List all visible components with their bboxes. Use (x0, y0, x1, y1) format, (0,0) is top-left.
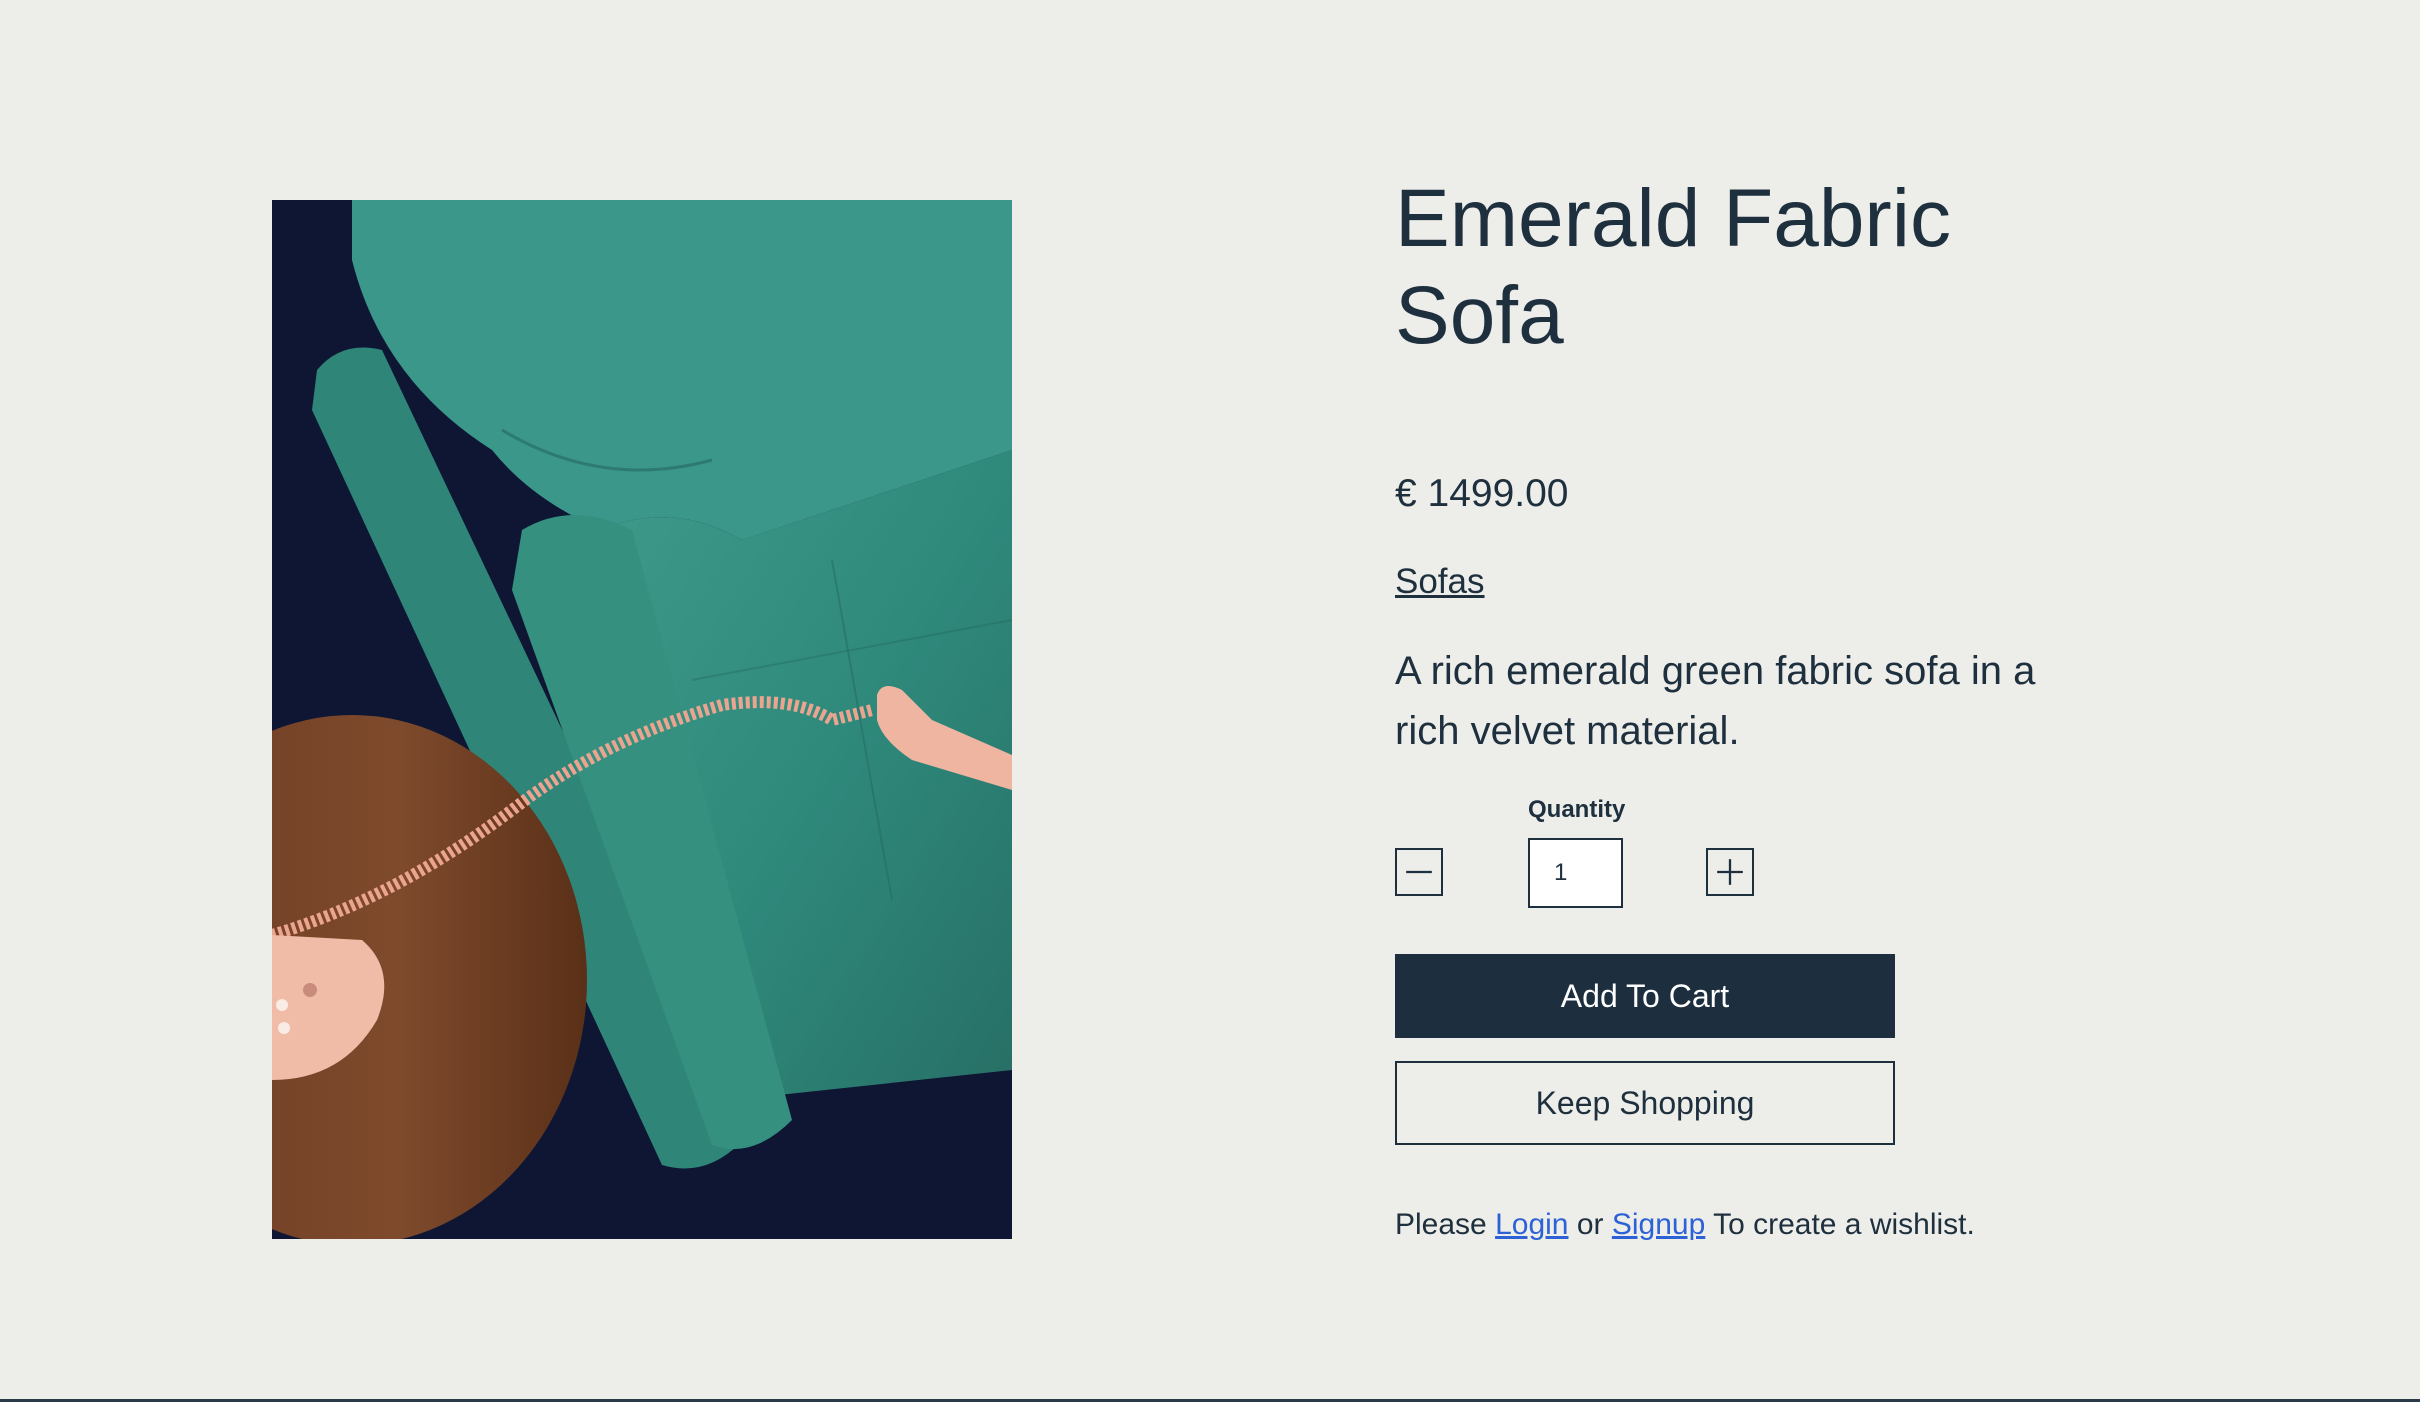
product-details: Emerald Fabric Sofa € 1499.00 Sofas A ri… (1395, 170, 2095, 1241)
product-title: Emerald Fabric Sofa (1395, 173, 1951, 361)
quantity-input[interactable] (1528, 838, 1623, 908)
product-description: A rich emerald green fabric sofa in a ri… (1395, 649, 2036, 753)
product-image (272, 200, 1012, 1239)
minus-icon (1406, 870, 1432, 874)
quantity-label: Quantity (1528, 796, 1626, 823)
login-link[interactable]: Login (1495, 1208, 1568, 1241)
category-link[interactable]: Sofas (1395, 562, 1485, 602)
wishlist-or: or (1576, 1208, 1604, 1241)
plus-icon (1717, 859, 1743, 885)
product-price: € 1499.00 (1395, 472, 1569, 515)
add-to-cart-button[interactable]: Add To Cart (1395, 954, 1895, 1038)
keep-shopping-button[interactable]: Keep Shopping (1395, 1061, 1895, 1145)
quantity-decrement-button[interactable] (1395, 848, 1443, 896)
wishlist-prompt: Please Login or Signup To create a wishl… (1395, 1208, 1975, 1242)
signup-link[interactable]: Signup (1612, 1208, 1705, 1241)
wishlist-prefix: Please (1395, 1208, 1487, 1241)
wishlist-suffix: To create a wishlist. (1713, 1208, 1975, 1241)
quantity-increment-button[interactable] (1706, 848, 1754, 896)
